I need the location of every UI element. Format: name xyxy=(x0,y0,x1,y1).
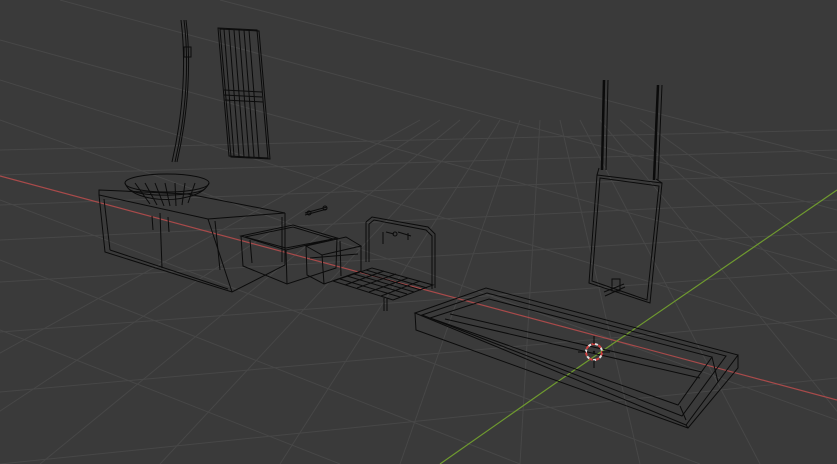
mirror-panel[interactable] xyxy=(217,27,271,160)
wall-faucet-frame[interactable] xyxy=(365,216,436,289)
mirror-curved[interactable] xyxy=(171,19,192,163)
floor-grid xyxy=(0,0,837,464)
3d-viewport[interactable] xyxy=(0,0,837,464)
floor-mat-grid[interactable] xyxy=(331,267,435,311)
y-axis-line-2 xyxy=(439,379,561,464)
viewport-canvas[interactable] xyxy=(0,0,837,464)
hanging-shelf[interactable] xyxy=(588,79,663,304)
shower-tray[interactable] xyxy=(413,287,739,429)
